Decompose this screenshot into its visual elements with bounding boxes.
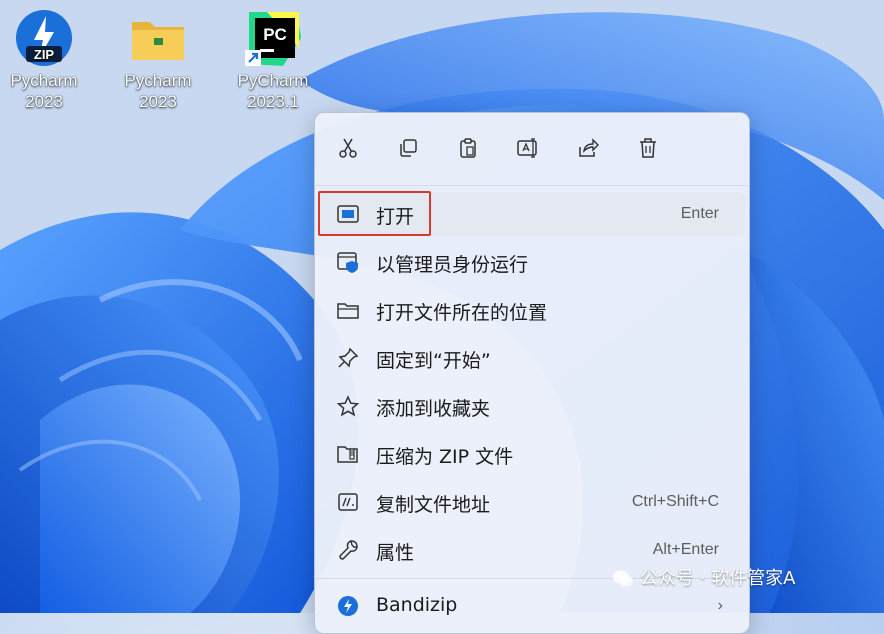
desktop-icon-label: 2023.1 bbox=[247, 92, 299, 111]
chevron-right-icon: › bbox=[717, 597, 723, 614]
delete-button[interactable] bbox=[631, 131, 665, 165]
menu-item-shortcut: Ctrl+Shift+C bbox=[631, 493, 719, 510]
menu-item-pin-to-start[interactable]: 固定到“开始” bbox=[319, 336, 745, 380]
pycharm-badge: PC bbox=[263, 25, 287, 44]
desktop-icon-label: Pycharm bbox=[124, 71, 192, 90]
share-button[interactable] bbox=[571, 131, 605, 165]
menu-item-label: 添加到收藏夹 bbox=[376, 398, 491, 420]
desktop-icon-label: 2023 bbox=[25, 92, 63, 111]
desktop-icon-pycharm-shortcut[interactable]: PC PyCharm 2023.1 bbox=[225, 8, 321, 112]
wrench-icon bbox=[335, 538, 361, 562]
watermark: 公众号 · 软件管家A bbox=[612, 564, 795, 590]
scissors-icon bbox=[339, 138, 357, 158]
paste-button[interactable] bbox=[451, 131, 485, 165]
menu-item-label: 属性 bbox=[376, 542, 415, 564]
menu-item-add-to-favorites[interactable]: 添加到收藏夹 bbox=[319, 384, 745, 428]
menu-item-shortcut: Alt+Enter bbox=[652, 541, 719, 558]
wechat-icon bbox=[612, 569, 634, 589]
annotation-highlight-box bbox=[318, 191, 431, 236]
menu-item-bandizip[interactable]: Bandizip › bbox=[319, 584, 745, 628]
share-icon bbox=[579, 138, 599, 157]
menu-item-copy-path[interactable]: 复制文件地址 Ctrl+Shift+C bbox=[319, 480, 745, 524]
bandizip-icon bbox=[335, 594, 361, 618]
trash-icon bbox=[640, 138, 656, 158]
watermark-text: 公众号 · 软件管家A bbox=[640, 568, 796, 589]
menu-item-run-as-admin[interactable]: 以管理员身份运行 bbox=[319, 240, 745, 284]
toolbar-separator bbox=[315, 185, 749, 186]
copy-icon bbox=[400, 139, 417, 157]
context-menu-toolbar bbox=[315, 113, 749, 185]
menu-item-shortcut: Enter bbox=[680, 205, 719, 222]
svg-text:ZIP: ZIP bbox=[34, 47, 55, 62]
cut-button[interactable] bbox=[331, 131, 365, 165]
copy-path-icon bbox=[335, 490, 361, 514]
desktop-icon-label: PyCharm bbox=[237, 71, 309, 90]
desktop-icon-pycharm-folder[interactable]: Pycharm 2023 bbox=[110, 8, 206, 112]
menu-item-label: 复制文件地址 bbox=[376, 494, 491, 516]
menu-item-label: 压缩为 ZIP 文件 bbox=[376, 446, 514, 468]
pycharm-shortcut-icon: PC bbox=[243, 8, 303, 68]
copy-button[interactable] bbox=[391, 131, 425, 165]
zip-archive-icon: ZIP bbox=[14, 8, 74, 68]
menu-item-compress-zip[interactable]: 压缩为 ZIP 文件 bbox=[319, 432, 745, 476]
clipboard-icon bbox=[460, 138, 476, 158]
desktop-icon-pycharm-zip[interactable]: ZIP Pycharm 2023 bbox=[0, 8, 92, 112]
menu-item-open-file-location[interactable]: 打开文件所在的位置 bbox=[319, 288, 745, 332]
rename-button[interactable] bbox=[511, 131, 545, 165]
rename-icon bbox=[517, 138, 537, 158]
pin-icon bbox=[335, 346, 361, 370]
menu-item-label: 固定到“开始” bbox=[376, 350, 491, 372]
shield-window-icon bbox=[335, 250, 361, 274]
desktop-icon-label: Pycharm bbox=[10, 71, 78, 90]
menu-item-label: 以管理员身份运行 bbox=[376, 254, 529, 276]
folder-icon bbox=[128, 8, 188, 68]
star-icon bbox=[335, 394, 361, 418]
desktop-icon-label: 2023 bbox=[139, 92, 177, 111]
menu-item-label: 打开文件所在的位置 bbox=[376, 302, 548, 324]
folder-icon bbox=[335, 298, 361, 322]
zip-folder-icon bbox=[335, 442, 361, 466]
